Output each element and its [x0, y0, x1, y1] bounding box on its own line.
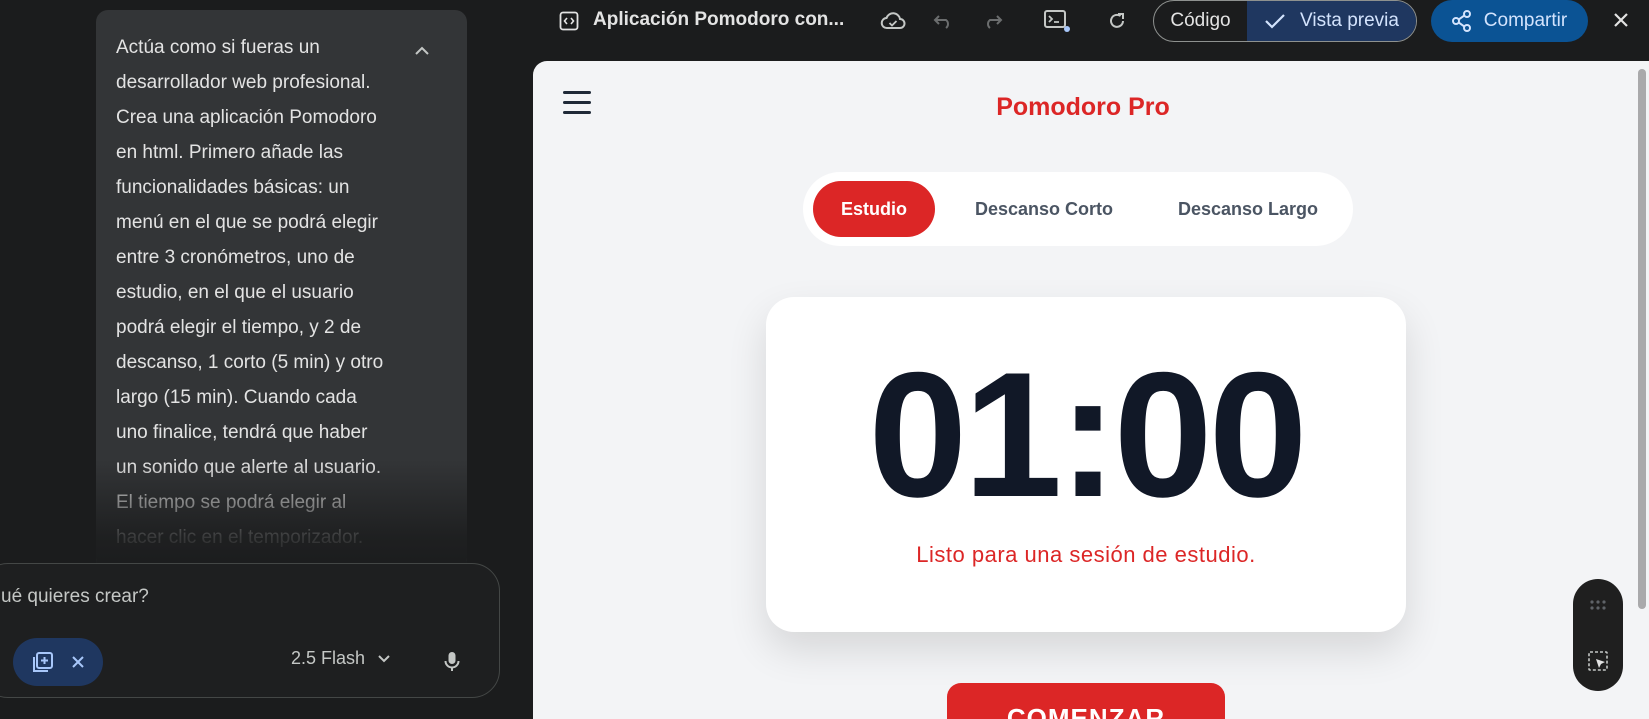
app-preview: Pomodoro Pro Estudio Descanso Corto Desc… — [533, 61, 1649, 719]
share-icon[interactable] — [1451, 10, 1472, 32]
redo-icon[interactable] — [983, 13, 1003, 29]
model-label[interactable]: 2.5 Flash — [291, 648, 365, 669]
close-canvas-button[interactable] — [1607, 6, 1635, 34]
preview-tab[interactable]: Vista previa — [1247, 1, 1416, 41]
timer-card: 01:00 Listo para una sesión de estudio. — [766, 297, 1406, 632]
timer-status-text: Listo para una sesión de estudio. — [916, 542, 1256, 567]
close-icon[interactable] — [1613, 12, 1629, 28]
canvas-chip-icon[interactable] — [31, 650, 55, 674]
share-label[interactable]: Compartir — [1484, 10, 1567, 32]
start-button[interactable]: COMENZAR — [947, 683, 1225, 719]
prompt-input-box[interactable]: ué quieres crear? 2.5 Flash — [0, 563, 500, 698]
close-icon[interactable] — [71, 655, 85, 669]
floating-toolbar — [1573, 579, 1623, 691]
code-tab[interactable]: Código — [1154, 1, 1247, 41]
model-selector[interactable]: 2.5 Flash — [291, 648, 391, 669]
chevron-up-icon — [415, 46, 429, 55]
app-brand-title: Pomodoro Pro — [996, 93, 1170, 121]
refresh-button[interactable] — [1103, 8, 1131, 34]
console-icon[interactable] — [1043, 8, 1071, 34]
chat-pane: Actúa como si fueras un desarrollador we… — [0, 0, 533, 719]
check-icon — [1265, 14, 1285, 29]
preview-scrollbar[interactable] — [1635, 61, 1649, 719]
tab-descanso-largo[interactable]: Descanso Largo — [1153, 181, 1343, 237]
undo-button[interactable] — [929, 8, 957, 34]
prompt-input-placeholder[interactable]: ué quieres crear? — [1, 586, 149, 608]
canvas-title[interactable]: Aplicación Pomodoro con... — [593, 9, 844, 31]
canvas-toolbar: Aplicación Pomodoro con... Código Vista … — [533, 0, 1649, 61]
mic-icon[interactable] — [444, 651, 460, 673]
code-doc-icon — [559, 11, 579, 31]
tab-estudio[interactable]: Estudio — [813, 181, 935, 237]
tab-descanso-corto[interactable]: Descanso Corto — [935, 181, 1153, 237]
undo-icon[interactable] — [933, 13, 953, 29]
preview-tab-label[interactable]: Vista previa — [1300, 10, 1399, 32]
bubble-fade-overlay — [96, 460, 467, 570]
refresh-icon[interactable] — [1107, 11, 1127, 31]
canvas-tool-chip[interactable] — [13, 638, 103, 686]
view-mode-toggle[interactable]: Código Vista previa — [1153, 0, 1417, 42]
mode-tabs: Estudio Descanso Corto Descanso Largo — [803, 172, 1353, 246]
mic-button[interactable] — [436, 646, 468, 678]
canvas-panel: Aplicación Pomodoro con... Código Vista … — [533, 0, 1649, 719]
console-button[interactable] — [1043, 8, 1071, 34]
user-prompt-bubble: Actúa como si fueras un desarrollador we… — [96, 10, 467, 570]
timer-display[interactable]: 01:00 — [766, 335, 1406, 535]
chevron-down-icon[interactable] — [377, 654, 391, 663]
share-button[interactable]: Compartir — [1431, 0, 1588, 42]
cloud-save-button[interactable] — [879, 8, 907, 34]
drag-handle-icon[interactable] — [1589, 599, 1607, 611]
scrollbar-thumb[interactable] — [1638, 69, 1646, 609]
redo-button[interactable] — [979, 8, 1007, 34]
cloud-save-icon[interactable] — [880, 12, 906, 30]
collapse-prompt-button[interactable] — [400, 36, 444, 66]
select-element-icon[interactable] — [1587, 650, 1609, 672]
